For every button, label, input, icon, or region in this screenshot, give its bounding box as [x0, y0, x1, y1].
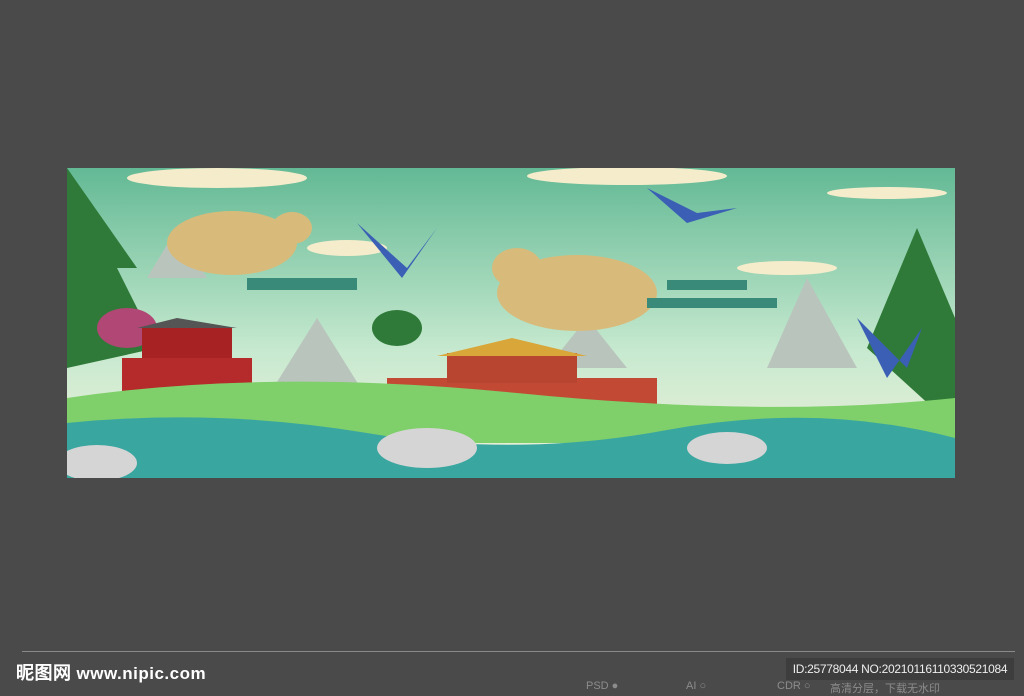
image-id: ID:25778044 NO:20210116110330521084	[786, 658, 1014, 680]
format-ai: AI ○	[686, 680, 707, 692]
format-psd: PSD ●	[586, 680, 619, 692]
footer-divider	[22, 651, 1015, 652]
site-logo[interactable]: 昵图网 www.nipic.com	[16, 659, 206, 685]
site-url: www.nipic.com	[76, 664, 207, 683]
site-logo-cn: 昵图网	[16, 663, 72, 683]
download-note: 高清分层，下载无水印	[830, 683, 940, 695]
artwork-image	[67, 168, 955, 478]
format-cdr: CDR ○	[777, 680, 811, 692]
